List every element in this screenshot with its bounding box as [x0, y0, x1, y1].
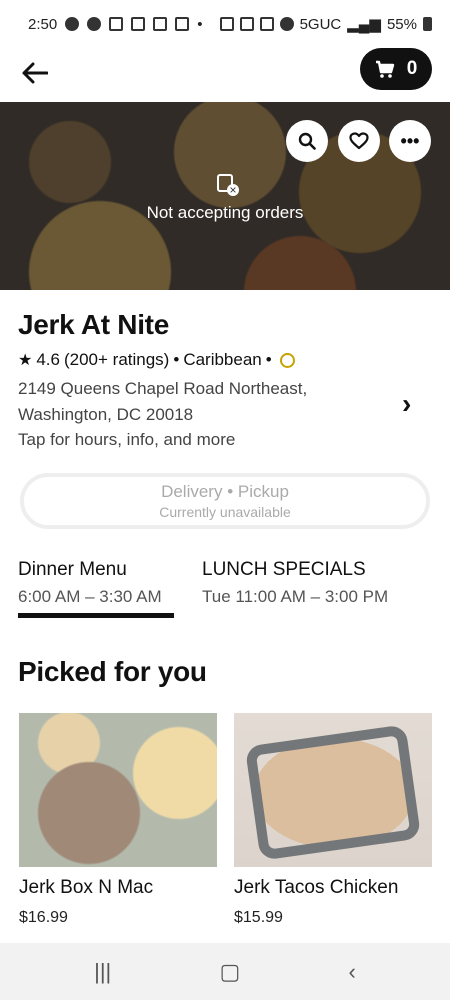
tab-dinner-menu[interactable]: Dinner Menu 6:00 AM – 3:30 AM	[18, 559, 174, 618]
delivery-pickup-toggle[interactable]: Delivery • Pickup Currently unavailable	[20, 473, 430, 529]
voicemail-icon	[109, 17, 124, 31]
cart-icon	[375, 60, 394, 78]
store-name: Jerk At Nite	[18, 309, 169, 340]
item-price: $16.99	[19, 909, 68, 926]
recent-apps-icon[interactable]: |||	[94, 959, 111, 985]
tab-hours: Tue 11:00 AM – 3:00 PM	[202, 587, 389, 606]
network-label: 5GUC	[299, 15, 342, 33]
star-icon: ★	[18, 352, 33, 369]
search-button[interactable]	[286, 120, 328, 162]
item-price: $15.99	[234, 909, 283, 926]
store-meta[interactable]: ★ 4.6 (200+ ratings) • Caribbean •	[18, 350, 295, 370]
mode-separator: •	[227, 482, 234, 501]
alarm-icon	[219, 17, 234, 31]
search-icon	[298, 132, 316, 150]
tab-lunch-specials[interactable]: LUNCH SPECIALS Tue 11:00 AM – 3:00 PM	[202, 559, 388, 607]
lock-icon	[153, 17, 168, 31]
delivery-option[interactable]: Delivery	[161, 482, 222, 501]
meta-separator: •	[173, 350, 180, 369]
store-info-link[interactable]: Tap for hours, info, and more	[18, 430, 235, 450]
meta-separator: •	[265, 350, 272, 369]
back-nav-icon[interactable]: ‹	[349, 959, 356, 985]
mute-icon	[259, 17, 274, 31]
store-cuisine: Caribbean	[183, 350, 262, 369]
system-nav-bar: ||| ▢ ‹	[0, 943, 450, 1000]
facebook-icon	[87, 17, 102, 31]
clock-icon	[239, 17, 254, 31]
more-icon: •••	[400, 130, 420, 151]
heart-icon	[349, 132, 369, 150]
store-status: Not accepting orders	[0, 174, 450, 223]
status-bar: 2:50 • 5GUC ▂▄▆ 55%	[0, 0, 450, 48]
store-closed-icon	[217, 174, 239, 196]
tab-hours: 6:00 AM – 3:30 AM	[18, 587, 162, 606]
signal-icon: ▂▄▆	[347, 16, 381, 33]
cart-count: 0	[406, 58, 418, 79]
item-name: Jerk Tacos Chicken	[234, 877, 399, 898]
mode-status: Currently unavailable	[159, 504, 291, 520]
arrow-left-icon	[22, 62, 48, 84]
item-image	[234, 713, 432, 867]
chevron-right-icon[interactable]: ›	[402, 388, 411, 420]
instagram-icon	[175, 17, 190, 31]
store-hero-image: ••• Not accepting orders	[0, 102, 450, 290]
item-name: Jerk Box N Mac	[19, 877, 154, 898]
tab-label: Dinner Menu	[18, 559, 127, 580]
price-badge-icon	[279, 352, 295, 368]
battery-icon	[423, 17, 432, 31]
home-icon[interactable]: ▢	[220, 959, 241, 985]
location-icon	[279, 17, 294, 31]
status-time: 2:50	[28, 15, 58, 33]
cart-button[interactable]: 0	[360, 48, 432, 90]
more-options-button[interactable]: •••	[389, 120, 431, 162]
tab-label: LUNCH SPECIALS	[202, 559, 366, 580]
tmobile-icon	[131, 17, 146, 31]
battery-label: 55%	[386, 15, 417, 33]
dot-icon: •	[197, 15, 203, 33]
menu-item-card[interactable]: Jerk Box N Mac $16.99	[19, 713, 217, 927]
section-title: Picked for you	[18, 656, 207, 687]
active-tab-indicator	[18, 613, 174, 618]
top-nav: 0	[0, 48, 450, 102]
store-address[interactable]: 2149 Queens Chapel Road Northeast, Washi…	[18, 376, 348, 428]
menu-item-card[interactable]: Jerk Tacos Chicken $15.99	[234, 713, 432, 927]
pickup-option[interactable]: Pickup	[238, 482, 289, 501]
favorite-button[interactable]	[338, 120, 380, 162]
store-rating: 4.6	[36, 350, 60, 369]
back-button[interactable]	[18, 56, 52, 90]
store-ratings-count: (200+ ratings)	[63, 350, 170, 369]
facebook-icon	[65, 17, 80, 31]
store-status-text: Not accepting orders	[146, 203, 304, 222]
item-image	[19, 713, 217, 867]
